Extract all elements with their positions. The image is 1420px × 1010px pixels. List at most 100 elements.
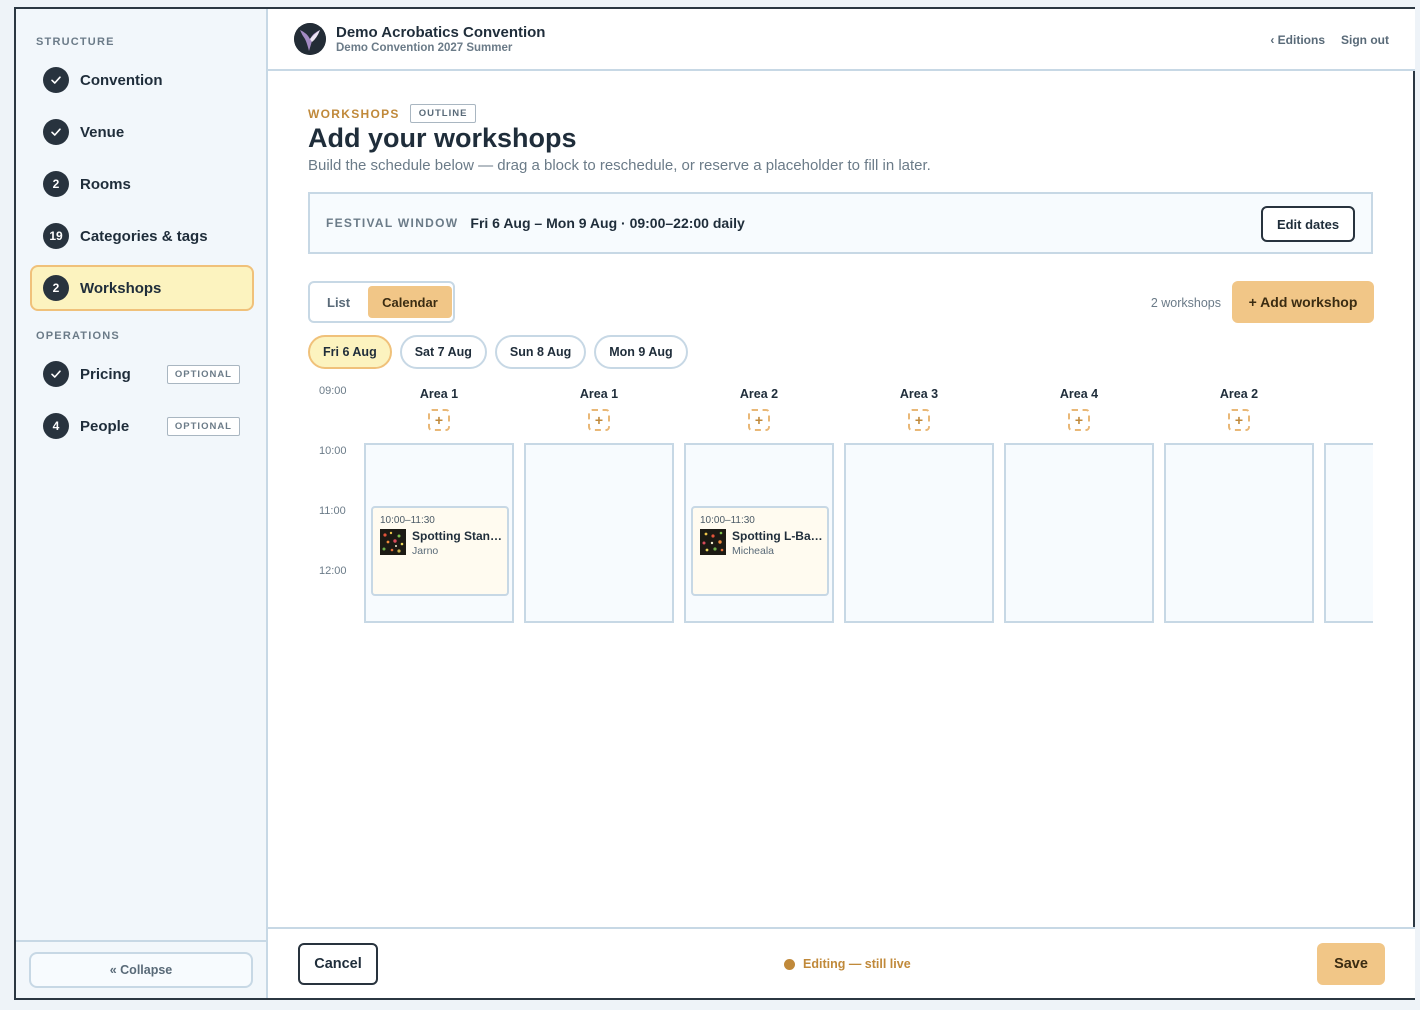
column-body[interactable] <box>524 443 674 623</box>
workshop-person: Jarno <box>412 545 439 557</box>
count-badge: 4 <box>43 413 69 439</box>
add-placeholder-button[interactable]: + <box>1228 409 1250 431</box>
check-icon <box>43 119 69 145</box>
add-placeholder-button[interactable]: + <box>748 409 770 431</box>
editions-link[interactable]: ‹ Editions <box>1270 33 1325 47</box>
page-title: Add your workshops <box>308 123 577 153</box>
sidebar-footer: « Collapse <box>16 940 266 998</box>
optional-tag: OPTIONAL <box>166 365 240 384</box>
sidebar-item-rooms[interactable]: 2 Rooms <box>30 161 254 207</box>
column-body[interactable] <box>1004 443 1154 623</box>
section-label-structure: STRUCTURE <box>36 36 115 48</box>
section-label-operations: OPERATIONS <box>36 330 120 342</box>
time-label: 12:00 <box>319 565 347 577</box>
sidebar-item-label: People <box>80 417 130 435</box>
workshop-time: 10:00–11:30 <box>380 515 435 526</box>
sidebar-item-convention[interactable]: Convention <box>30 57 254 103</box>
workshop-count: 2 workshops <box>1150 296 1221 310</box>
add-placeholder-button[interactable]: + <box>428 409 450 431</box>
add-placeholder-button[interactable]: + <box>1068 409 1090 431</box>
sidebar-item-people[interactable]: 4 People OPTIONAL <box>30 403 254 449</box>
column-header: Area 1 <box>419 387 459 401</box>
add-placeholder-button[interactable]: + <box>588 409 610 431</box>
festival-window-value: Fri 6 Aug – Mon 9 Aug · 09:00–22:00 dail… <box>470 215 745 231</box>
column-body[interactable] <box>1164 443 1314 623</box>
day-tabs: Fri 6 Aug Sat 7 Aug Sun 8 Aug Mon 9 Aug <box>308 335 688 369</box>
count-badge: 2 <box>43 171 69 197</box>
sidebar-item-label: Categories & tags <box>80 227 208 245</box>
workshop-title: Spotting Standing <box>412 529 505 543</box>
column-body[interactable] <box>1324 443 1373 623</box>
column-body[interactable] <box>844 443 994 623</box>
workshop-block[interactable]: 10:00–11:30 Spotting L-Basing Micheala <box>691 506 829 596</box>
app-window: STRUCTURE Convention Venue 2 Rooms 19 Ca… <box>14 7 1415 1000</box>
outline-tag: OUTLINE <box>409 104 477 123</box>
editing-status: Editing — still live <box>784 957 911 971</box>
calendar-grid: 09:00 10:00 11:00 12:00 Area 1 + 10:00–1… <box>308 377 1373 627</box>
count-badge: 19 <box>43 223 69 249</box>
eyebrow-label: WORKSHOPS <box>308 106 400 121</box>
app-logo-icon <box>294 23 326 55</box>
workshop-thumbnail <box>700 529 726 555</box>
calendar-column: Area 3 + <box>844 377 994 627</box>
workshop-thumbnail <box>380 529 406 555</box>
optional-tag: OPTIONAL <box>166 417 240 436</box>
main-content: WORKSHOPS OUTLINE Add your workshops Bui… <box>268 71 1415 927</box>
status-text: Editing — still live <box>803 957 911 971</box>
eyebrow: WORKSHOPS OUTLINE <box>308 104 477 123</box>
sidebar-item-pricing[interactable]: Pricing OPTIONAL <box>30 351 254 397</box>
page-subtitle: Build the schedule below — drag a block … <box>308 157 931 174</box>
day-tab-sat[interactable]: Sat 7 Aug <box>399 335 487 369</box>
calendar-column: Area 2 + <box>1164 377 1314 627</box>
time-label: 10:00 <box>319 445 347 457</box>
column-header: Area 2 <box>739 387 779 401</box>
top-links: ‹ Editions Sign out <box>1270 33 1389 47</box>
festival-window-panel: FESTIVAL WINDOW Fri 6 Aug – Mon 9 Aug · … <box>308 192 1373 254</box>
day-tab-fri[interactable]: Fri 6 Aug <box>308 335 392 369</box>
edit-dates-button[interactable]: Edit dates <box>1261 206 1355 242</box>
column-header: Area 4 <box>1059 387 1099 401</box>
view-list-button[interactable]: List <box>313 286 364 318</box>
column-body[interactable]: 10:00–11:30 Spotting L-Basing Micheala <box>684 443 834 623</box>
calendar-column: Area 1 + <box>524 377 674 627</box>
sidebar-item-label: Venue <box>80 123 125 141</box>
sidebar-item-label: Convention <box>80 71 163 89</box>
time-label: 09:00 <box>319 385 347 397</box>
sidebar-item-label: Rooms <box>80 175 131 193</box>
sidebar-item-categories-tags[interactable]: 19 Categories & tags <box>30 213 254 259</box>
collapse-button[interactable]: « Collapse <box>29 952 253 988</box>
status-dot-icon <box>784 958 795 970</box>
calendar-column: Area 4 + <box>1004 377 1154 627</box>
workshop-title: Spotting L-Basing <box>732 529 825 543</box>
count-badge: 2 <box>43 275 69 301</box>
sidebar: STRUCTURE Convention Venue 2 Rooms 19 Ca… <box>16 9 268 998</box>
column-body[interactable]: 10:00–11:30 Spotting Standing Jarno <box>364 443 514 623</box>
calendar-column: Area 1 + 10:00–11:30 Spotting Standing J… <box>364 377 514 627</box>
save-button[interactable]: Save <box>1317 943 1385 985</box>
sidebar-item-label: Pricing <box>80 365 131 383</box>
calendar-column: Area 2 + 10:00–11:30 Spotting L-Basing M… <box>684 377 834 627</box>
view-toggle: List Calendar <box>308 281 455 323</box>
column-header: Area 1 <box>579 387 619 401</box>
sidebar-item-label: Workshops <box>80 279 162 297</box>
sidebar-item-workshops[interactable]: 2 Workshops <box>30 265 254 311</box>
festival-window-label: FESTIVAL WINDOW <box>326 216 459 230</box>
calendar-column <box>1324 377 1373 627</box>
sidebar-item-venue[interactable]: Venue <box>30 109 254 155</box>
view-calendar-button[interactable]: Calendar <box>368 286 452 318</box>
header: Demo Acrobatics Convention Demo Conventi… <box>268 9 1415 71</box>
column-header: Area 2 <box>1219 387 1259 401</box>
workshop-person: Micheala <box>732 545 775 557</box>
edition-subtitle: Demo Convention 2027 Summer <box>336 42 513 54</box>
cancel-button[interactable]: Cancel <box>298 943 378 985</box>
workshop-time: 10:00–11:30 <box>700 515 755 526</box>
workshop-block[interactable]: 10:00–11:30 Spotting Standing Jarno <box>371 506 509 596</box>
time-label: 11:00 <box>319 505 346 517</box>
add-workshop-button[interactable]: + Add workshop <box>1232 281 1374 323</box>
check-icon <box>43 67 69 93</box>
day-tab-sun[interactable]: Sun 8 Aug <box>494 335 587 369</box>
add-placeholder-button[interactable]: + <box>908 409 930 431</box>
day-tab-mon[interactable]: Mon 9 Aug <box>594 335 688 369</box>
signout-link[interactable]: Sign out <box>1341 33 1389 47</box>
check-icon <box>43 361 69 387</box>
